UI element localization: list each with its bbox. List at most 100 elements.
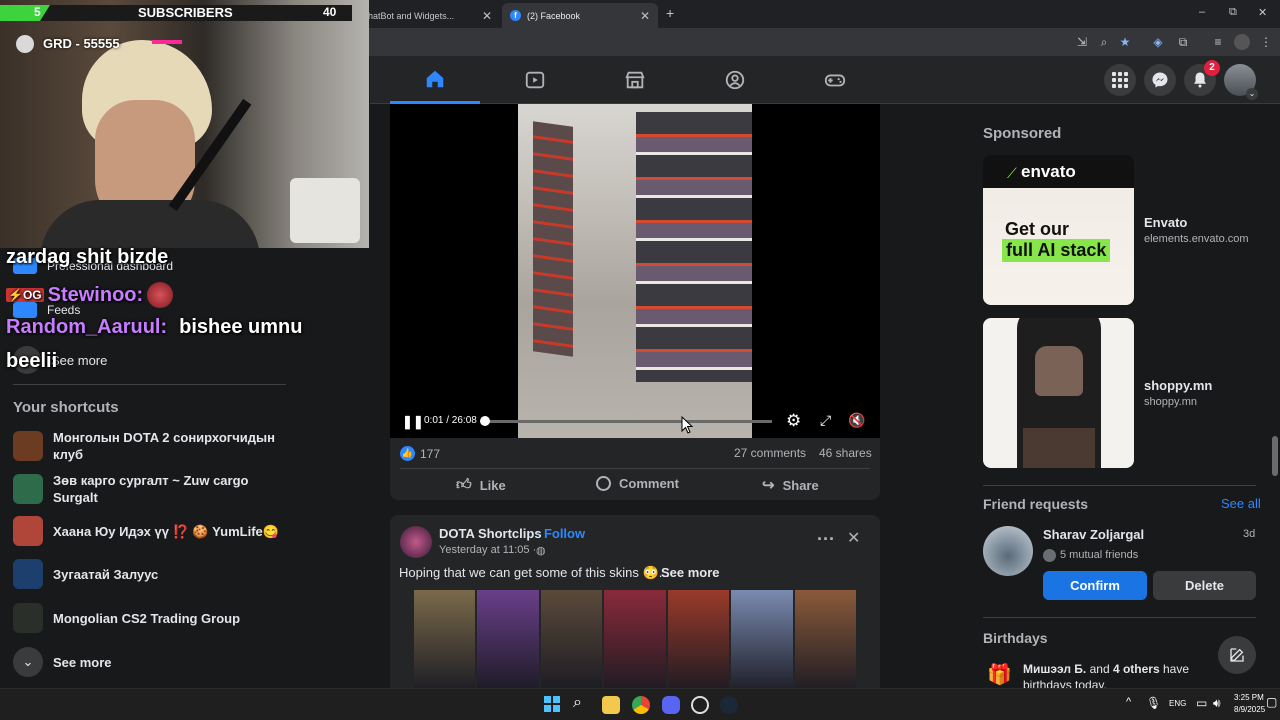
post-image-strip[interactable] <box>414 590 856 695</box>
menu-button[interactable] <box>1104 64 1136 96</box>
post-timestamp[interactable]: Yesterday at 11:05 · <box>439 544 536 556</box>
maximize-button[interactable]: ⧉ <box>1229 6 1237 19</box>
gaming-icon <box>824 74 846 87</box>
like-button[interactable]: 👍︎ Like <box>456 476 506 494</box>
fullscreen-icon[interactable]: ⤢ <box>820 412 831 429</box>
backpack <box>1035 346 1083 396</box>
browser-menu-icon[interactable]: ⋮ <box>1258 34 1274 50</box>
microphone-icon[interactable]: 🎙︎ <box>1146 696 1161 710</box>
tab-close-icon[interactable]: ✕ <box>482 9 492 23</box>
chrome-icon[interactable] <box>632 696 650 714</box>
ad-domain[interactable]: elements.envato.com <box>1144 233 1249 245</box>
requester-name[interactable]: Sharav Zoljargal <box>1043 527 1144 542</box>
chat-username: Stewinoo: <box>47 283 144 306</box>
mute-icon[interactable]: 🔇 <box>848 412 865 429</box>
nav-video-tab[interactable] <box>490 56 580 104</box>
pause-icon[interactable]: ❚❚ <box>402 414 424 430</box>
shortcut-item[interactable]: Зөв карго сургалт ~ Zuw cargo Surgalt <box>13 472 283 506</box>
reaction-count[interactable]: 177 <box>420 447 440 461</box>
clock-time[interactable]: 3:25 PM <box>1234 693 1264 702</box>
hero-skin-image <box>604 590 666 695</box>
shoppy-ad-image[interactable] <box>983 318 1134 468</box>
see-all-link[interactable]: See all <box>1221 496 1261 511</box>
discord-icon[interactable] <box>662 696 680 714</box>
settings-gear-icon[interactable]: ⚙ <box>786 411 801 431</box>
like-reaction-icon: 👍 <box>400 446 415 461</box>
right-divider <box>983 617 1256 618</box>
comments-count[interactable]: 27 comments <box>734 446 806 460</box>
shortcut-item[interactable]: Mongolian CS2 Trading Group <box>13 603 283 633</box>
minimize-button[interactable]: – <box>1199 6 1205 18</box>
shortcut-label: Монголын DOTA 2 сонирхогчидын клуб <box>53 430 275 462</box>
video-player[interactable]: ❚❚ 0:01 / 26:08 ⚙ ⤢ 🔇 <box>390 104 880 438</box>
grd-icon <box>16 35 34 53</box>
shortcut-item[interactable]: Монголын DOTA 2 сонирхогчидын клуб <box>13 429 283 463</box>
sidebar-see-more-bottom[interactable]: ⌄ See more <box>13 647 283 677</box>
messenger-button[interactable] <box>1144 64 1176 96</box>
shortcut-thumbnail <box>13 516 43 546</box>
birthday-and: and <box>1089 662 1110 676</box>
ad-domain[interactable]: shoppy.mn <box>1144 396 1197 408</box>
obs-icon[interactable] <box>691 696 709 714</box>
clock-date[interactable]: 8/9/2025 <box>1234 705 1265 714</box>
close-window-button[interactable]: ✕ <box>1258 6 1267 19</box>
new-tab-button[interactable]: + <box>666 5 674 21</box>
new-message-button[interactable] <box>1218 636 1256 674</box>
network-icon[interactable]: ▭ <box>1196 696 1207 710</box>
puzzle-icon[interactable]: ⧉ <box>1175 34 1191 50</box>
birthday-text[interactable]: Мишээл Б. and 4 others have birthdays to… <box>1023 661 1233 688</box>
page-avatar[interactable] <box>400 526 432 558</box>
requester-avatar[interactable] <box>983 526 1033 576</box>
nav-marketplace-tab[interactable] <box>590 56 680 104</box>
shortcut-label: Зугаатай Залуус <box>53 566 159 582</box>
ad-name[interactable]: Envato <box>1144 215 1187 230</box>
gift-icon: 🎁 <box>987 664 1012 686</box>
tab-facebook[interactable]: f (2) Facebook ✕ <box>502 3 658 28</box>
account-chevron-icon[interactable]: ⌄ <box>1246 88 1258 100</box>
shares-count[interactable]: 46 shares <box>819 446 872 460</box>
volume-icon[interactable]: 🔊︎ <box>1213 696 1221 711</box>
extension-icon[interactable]: ◈ <box>1150 34 1166 50</box>
mouse-cursor-icon <box>681 416 693 434</box>
friend-requests-title: Friend requests <box>983 496 1089 512</box>
share-button[interactable]: ↪ Share <box>762 476 819 494</box>
compose-icon <box>1230 648 1244 662</box>
post-options-icon[interactable]: ··· <box>817 529 835 550</box>
language-indicator[interactable]: ENG <box>1169 699 1186 708</box>
shortcut-item[interactable]: Хаана Юу Идэх үү ⁉️ 🍪 YumLife😋 <box>13 516 283 546</box>
bookmark-star-icon[interactable]: ★ <box>1117 34 1133 50</box>
follow-link[interactable]: · Follow <box>536 526 585 541</box>
ad-name[interactable]: shoppy.mn <box>1144 378 1212 393</box>
reading-list-icon[interactable]: ≡ <box>1210 34 1226 50</box>
envato-ad-image[interactable]: envato ⟋ Get our full AI stack <box>983 155 1134 305</box>
notification-center-icon[interactable]: ▢ <box>1266 695 1277 709</box>
page-scrollbar[interactable] <box>1272 436 1278 476</box>
sidebar-item-label: See more <box>53 654 112 670</box>
confirm-button[interactable]: Confirm <box>1043 571 1147 600</box>
search-icon[interactable]: ⌕ <box>573 694 582 712</box>
monitor-device <box>290 178 360 243</box>
tab-close-icon[interactable]: ✕ <box>640 9 650 23</box>
file-explorer-icon[interactable] <box>602 696 620 714</box>
steam-icon[interactable] <box>720 696 738 714</box>
comment-button[interactable]: Comment <box>596 476 679 491</box>
shortcut-item[interactable]: Зугаатай Залуус <box>13 559 283 589</box>
see-more-link[interactable]: See more <box>661 565 720 580</box>
subscribers-label: SUBSCRIBERS <box>138 5 233 20</box>
nav-home-tab[interactable] <box>390 56 480 104</box>
post-author[interactable]: DOTA Shortclips <box>439 526 542 541</box>
hide-post-icon[interactable]: ✕ <box>847 528 860 548</box>
nav-groups-tab[interactable] <box>690 56 780 104</box>
profile-icon[interactable] <box>1234 34 1250 50</box>
video-progress-track[interactable] <box>482 420 772 423</box>
facebook-top-nav: 2 ⌄ <box>370 56 1280 104</box>
zoom-icon[interactable]: ⌕ <box>1096 34 1112 50</box>
right-divider <box>983 485 1256 486</box>
delete-button[interactable]: Delete <box>1153 571 1256 600</box>
mutual-friends[interactable]: 5 mutual friends <box>1060 549 1138 561</box>
windows-start-icon[interactable] <box>544 696 560 712</box>
install-icon[interactable]: ⇲ <box>1074 34 1090 50</box>
nav-gaming-tab[interactable] <box>790 56 880 104</box>
tray-overflow-icon[interactable]: ^ <box>1126 696 1131 708</box>
video-progress-handle[interactable] <box>479 416 490 426</box>
